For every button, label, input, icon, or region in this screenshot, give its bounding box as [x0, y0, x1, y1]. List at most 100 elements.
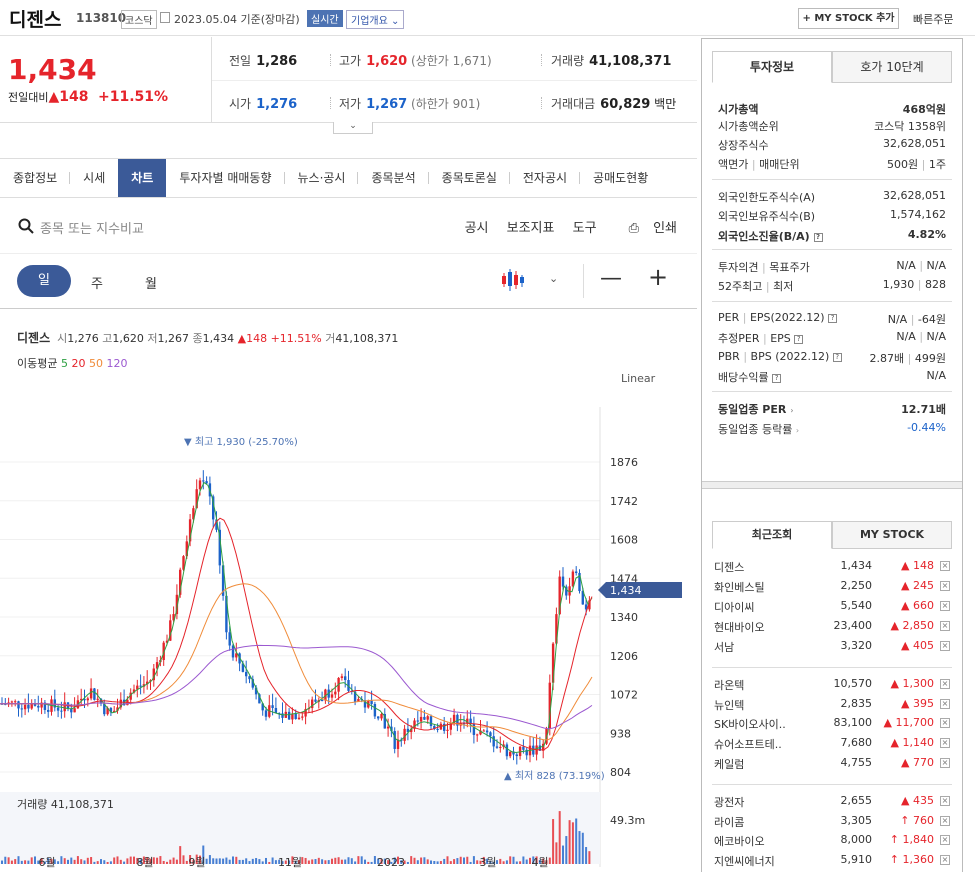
tab-disclosure[interactable]: 전자공시	[510, 159, 581, 197]
close-icon[interactable]: ×	[940, 816, 950, 826]
recent-item[interactable]: 에코바이오 8,000 ↑ 1,840 ×	[714, 833, 950, 849]
recent-item-name[interactable]: 에코바이오	[714, 833, 765, 849]
chevron-right-icon[interactable]: ›	[796, 426, 799, 435]
recent-item[interactable]: 디젠스 1,434 ▲ 148 ×	[714, 559, 950, 575]
recent-item[interactable]: 광전자 2,655 ▲ 435 ×	[714, 794, 950, 810]
recent-item[interactable]: SK바이오사이.. 83,100 ▲ 11,700 ×	[714, 716, 950, 732]
volume-bar	[459, 856, 462, 864]
print-button[interactable]: ⎙ 인쇄	[615, 221, 677, 236]
period-day-button[interactable]: 일	[17, 265, 71, 297]
tab-analysis[interactable]: 종목분석	[358, 159, 429, 197]
volume-bar	[162, 860, 165, 864]
recent-item-name[interactable]: 라온텍	[714, 677, 744, 693]
search-icon[interactable]	[18, 218, 34, 234]
help-icon[interactable]: ?	[794, 334, 804, 344]
recent-item[interactable]: 지엔씨에너지 5,910 ↑ 1,360 ×	[714, 853, 950, 869]
period-week-button[interactable]: 주	[91, 273, 103, 292]
recent-item-name[interactable]: 지엔씨에너지	[714, 853, 775, 869]
close-icon[interactable]: ×	[940, 601, 950, 611]
close-icon[interactable]: ×	[940, 718, 950, 728]
realtime-button[interactable]: 실시간	[307, 10, 343, 27]
close-icon[interactable]: ×	[940, 855, 950, 865]
volume-bar	[100, 859, 102, 864]
recent-item-name[interactable]: 디젠스	[714, 559, 744, 575]
expand-toggle[interactable]: ⌄	[333, 122, 373, 134]
volume-bar	[113, 857, 116, 864]
disclosure-button[interactable]: 공시	[465, 221, 489, 236]
chevron-right-icon[interactable]: ›	[790, 406, 793, 415]
candle-body	[245, 671, 248, 677]
tab-investor[interactable]: 투자자별 매매동향	[166, 159, 285, 197]
tab-short-selling[interactable]: 공매도현황	[580, 159, 661, 197]
period-month-button[interactable]: 월	[145, 273, 157, 292]
volume-bar	[133, 856, 135, 864]
recent-item-name[interactable]: SK바이오사이..	[714, 716, 786, 732]
recent-item[interactable]: 슈어소프트테.. 7,680 ▲ 1,140 ×	[714, 736, 950, 752]
recent-item-name[interactable]: 라이콤	[714, 814, 744, 830]
help-icon[interactable]: ?	[828, 313, 838, 323]
recent-item-name[interactable]: 케일럼	[714, 756, 744, 772]
recent-item[interactable]: 라이콤 3,305 ↑ 760 ×	[714, 814, 950, 830]
close-icon[interactable]: ×	[940, 796, 950, 806]
add-my-stock-button[interactable]: + MY STOCK 추가	[798, 8, 899, 29]
price-chart[interactable]: Linear 187617421608147413401206107293880…	[0, 367, 697, 870]
tab-recent[interactable]: 최근조회	[712, 521, 832, 549]
tab-overview[interactable]: 종합정보	[0, 159, 71, 197]
compare-search-input[interactable]: 종목 또는 지수비교	[40, 218, 144, 237]
close-icon[interactable]: ×	[940, 679, 950, 689]
chevron-down-icon[interactable]: ⌄	[549, 272, 558, 285]
candle-body	[47, 709, 50, 712]
quick-order-button[interactable]: 빠른주문	[913, 11, 953, 27]
tab-discussion[interactable]: 종목토론실	[429, 159, 511, 197]
close-icon[interactable]: ×	[940, 699, 950, 709]
tab-orderbook[interactable]: 호가 10단계	[832, 51, 952, 83]
volume-bar	[571, 822, 574, 864]
recent-item-name[interactable]: 화인베스틸	[714, 579, 765, 595]
help-icon[interactable]: ?	[813, 232, 823, 242]
candlestick-type-icon[interactable]	[500, 267, 526, 293]
change-rate: +11.51%	[98, 89, 169, 105]
recent-item-name[interactable]: 서남	[714, 639, 734, 655]
recent-item[interactable]: 현대바이오 23,400 ▲ 2,850 ×	[714, 619, 950, 635]
recent-item[interactable]: 화인베스틸 2,250 ▲ 245 ×	[714, 579, 950, 595]
tab-quotes[interactable]: 시세	[70, 159, 118, 197]
close-icon[interactable]: ×	[940, 835, 950, 845]
tab-invest-info[interactable]: 투자정보	[712, 51, 832, 83]
indicator-button[interactable]: 보조지표	[507, 221, 555, 236]
recent-item[interactable]: 서남 3,320 ▲ 405 ×	[714, 639, 950, 655]
company-overview-button[interactable]: 기업개요 ⌄	[346, 10, 405, 29]
vs-label: 전일대비	[8, 91, 49, 104]
candle-body	[37, 705, 40, 708]
recent-item[interactable]: 케일럼 4,755 ▲ 770 ×	[714, 756, 950, 772]
zoom-out-button[interactable]: —	[600, 266, 622, 291]
recent-item-price: 83,100	[833, 716, 873, 729]
volume-bar	[350, 858, 353, 864]
scale-selector[interactable]: Linear	[621, 372, 656, 385]
close-icon[interactable]: ×	[940, 561, 950, 571]
recent-item[interactable]: 라온텍 10,570 ▲ 1,300 ×	[714, 677, 950, 693]
recent-item[interactable]: 뉴인텍 2,835 ▲ 395 ×	[714, 697, 950, 713]
recent-item-name[interactable]: 현대바이오	[714, 619, 765, 635]
info-row: 액면가 | 매매단위 500원 | 1주	[718, 158, 946, 171]
tab-chart[interactable]: 차트	[118, 159, 167, 197]
close-icon[interactable]: ×	[940, 641, 950, 651]
recent-item-name[interactable]: 뉴인텍	[714, 697, 744, 713]
close-icon[interactable]: ×	[940, 738, 950, 748]
zoom-in-button[interactable]: +	[648, 263, 668, 291]
close-icon[interactable]: ×	[940, 581, 950, 591]
recent-item-name[interactable]: 광전자	[714, 794, 744, 810]
tab-news[interactable]: 뉴스·공시	[285, 159, 359, 197]
tools-button[interactable]: 도구	[573, 221, 597, 236]
help-icon[interactable]: ?	[772, 373, 782, 383]
recent-item-change: ▲ 1,300	[890, 677, 934, 690]
recent-item-name[interactable]: 디아이씨	[714, 599, 754, 615]
recent-item-name[interactable]: 슈어소프트테..	[714, 736, 782, 752]
volume-bar	[109, 861, 112, 864]
close-icon[interactable]: ×	[940, 758, 950, 768]
close-icon[interactable]: ×	[940, 621, 950, 631]
recent-item[interactable]: 디아이씨 5,540 ▲ 660 ×	[714, 599, 950, 615]
volume-bar	[525, 859, 528, 864]
y-tick-label: 1876	[610, 456, 638, 469]
tab-my-stock[interactable]: MY STOCK	[832, 521, 952, 549]
help-icon[interactable]: ?	[832, 352, 842, 362]
